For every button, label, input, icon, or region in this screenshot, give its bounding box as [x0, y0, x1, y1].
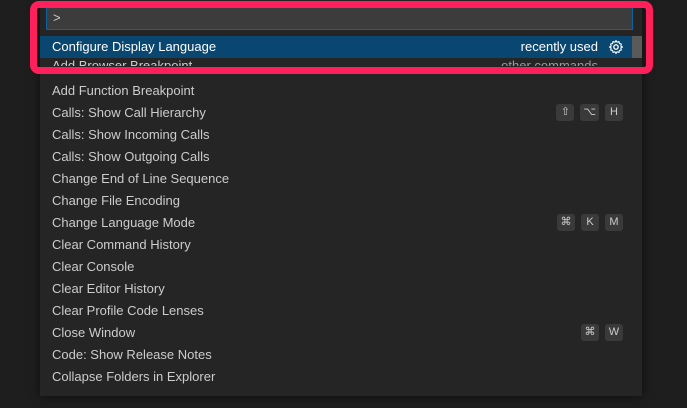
- key-cap: ⌘: [581, 324, 599, 341]
- list-item[interactable]: Change End of Line Sequence: [40, 168, 642, 190]
- list-item-label: Clear Console: [52, 259, 135, 274]
- list-item[interactable]: Clear Editor History: [40, 278, 642, 300]
- list-item-label: Add Function Breakpoint: [52, 83, 195, 98]
- recently-used-label: recently used: [520, 39, 598, 54]
- list-item[interactable]: Calls: Show Incoming Calls: [40, 124, 642, 146]
- gear-icon[interactable]: [608, 39, 624, 55]
- list-item-label: Change Language Mode: [52, 215, 196, 230]
- keybinding: ⌘ K M: [557, 214, 623, 231]
- list-item-label: Add Browser Breakpoint: [52, 58, 193, 66]
- other-commands-label: other commands: [501, 58, 598, 66]
- key-cap: H: [605, 104, 623, 121]
- key-cap: ⌘: [557, 214, 575, 231]
- list-item-label: Calls: Show Call Hierarchy: [52, 105, 206, 120]
- list-item-label: Configure Display Language: [52, 39, 217, 54]
- command-input[interactable]: >: [46, 6, 633, 30]
- list-item-partial[interactable]: Add Browser Breakpoint other commands: [40, 58, 642, 66]
- scrollbar-thumb[interactable]: [632, 36, 642, 58]
- list-item[interactable]: Change File Encoding: [40, 190, 642, 212]
- command-list: Add Function Breakpoint Calls: Show Call …: [40, 80, 642, 388]
- list-item-label: Change End of Line Sequence: [52, 171, 230, 186]
- key-cap: W: [605, 324, 623, 341]
- list-item-label: Calls: Show Outgoing Calls: [52, 149, 210, 164]
- keybinding: ⌘ W: [581, 324, 623, 341]
- list-item-label: Change File Encoding: [52, 193, 180, 208]
- keybinding: ⇧ ⌥ H: [556, 104, 623, 121]
- list-item-selected[interactable]: Configure Display Language recently used: [40, 36, 642, 58]
- editor-background: > Configure Display Language recently us…: [0, 0, 687, 408]
- list-item[interactable]: Clear Console: [40, 256, 642, 278]
- list-item-label: Clear Editor History: [52, 281, 165, 296]
- list-item[interactable]: Clear Command History: [40, 234, 642, 256]
- list-item[interactable]: Clear Profile Code Lenses: [40, 300, 642, 322]
- key-cap: K: [581, 214, 599, 231]
- list-item-label: Calls: Show Incoming Calls: [52, 127, 210, 142]
- list-item[interactable]: Collapse Folders in Explorer: [40, 366, 642, 388]
- list-item-label: Code: Show Release Notes: [52, 347, 212, 362]
- list-item[interactable]: Calls: Show Outgoing Calls: [40, 146, 642, 168]
- list-item[interactable]: Code: Show Release Notes: [40, 344, 642, 366]
- list-item[interactable]: Change Language Mode ⌘ K M: [40, 212, 642, 234]
- key-cap: ⇧: [556, 104, 575, 121]
- key-cap: M: [605, 214, 623, 231]
- list-item-label: Collapse Folders in Explorer: [52, 369, 216, 384]
- key-cap: ⌥: [580, 104, 599, 121]
- list-item[interactable]: Add Function Breakpoint: [40, 80, 642, 102]
- list-item[interactable]: Close Window ⌘ W: [40, 322, 642, 344]
- list-item[interactable]: Calls: Show Call Hierarchy ⇧ ⌥ H: [40, 102, 642, 124]
- list-item-label: Clear Command History: [52, 237, 191, 252]
- list-item-label: Close Window: [52, 325, 136, 340]
- list-item-label: Clear Profile Code Lenses: [52, 303, 204, 318]
